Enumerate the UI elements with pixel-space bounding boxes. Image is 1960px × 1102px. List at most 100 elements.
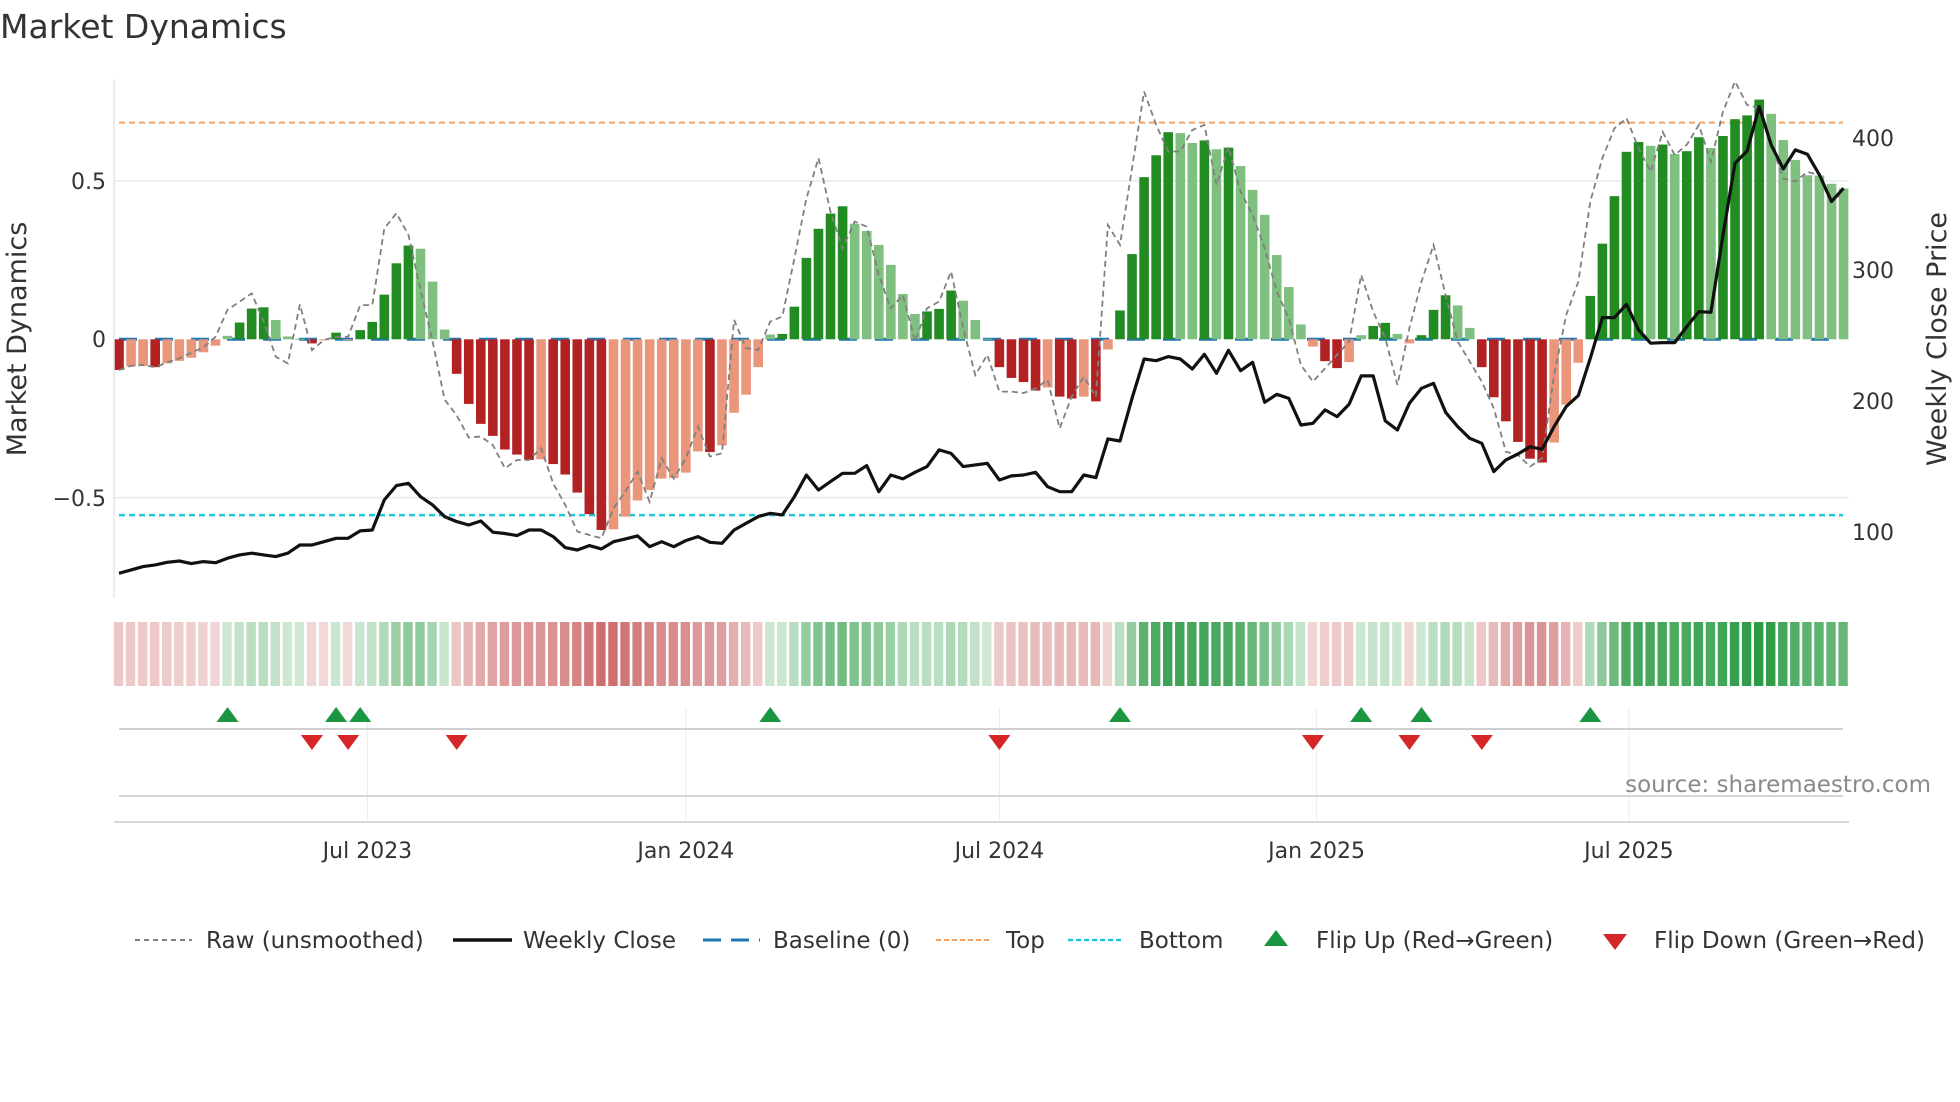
momentum-bar [1006,339,1017,378]
strip-cell [523,622,534,686]
strip-cell [1368,622,1378,686]
momentum-bar [1163,132,1174,340]
strip-cell [1766,622,1776,686]
momentum-bar [138,339,148,366]
strip-cell [1814,622,1824,686]
momentum-bar [1259,214,1270,340]
momentum-bar [367,321,378,340]
momentum-bar [898,294,908,340]
momentum-bar [1476,339,1487,368]
flip-down-marker [445,735,468,750]
strip-cell [1211,622,1221,686]
momentum-bar [283,336,293,340]
momentum-bar [114,339,124,371]
momentum-bar [705,339,715,453]
strip-cell [222,622,232,686]
momentum-bar [608,339,619,530]
flip-down-icon [1603,934,1627,950]
momentum-bar [873,244,884,340]
momentum-bar [1814,175,1825,340]
strip-cell [1223,622,1233,686]
series-lines [118,79,1845,575]
momentum-bar [572,339,583,493]
momentum-bar [536,339,546,460]
strip-cell [270,622,280,686]
momentum-bar [1416,335,1427,340]
strip-cell [777,622,787,686]
momentum-bar [849,223,860,340]
strip-cell [1476,622,1486,686]
y2-tick-label: 300 [1852,259,1894,284]
strip-cell [1778,622,1788,686]
momentum-bar [801,257,812,340]
y-tick-label: −0.5 [53,487,106,512]
strip-cell [427,622,437,686]
strip-cell [1283,622,1294,686]
strip-cell [1247,622,1257,686]
strip-cell [849,622,859,686]
strip-cell [1753,622,1764,686]
strip-cell [825,622,835,686]
chart-title: Market Dynamics [0,7,287,46]
market-dynamics-chart: Market Dynamics 0.5 0 −0.5 100 200 300 4… [0,7,1953,954]
strip-cell [873,622,883,686]
strip-cell [174,622,184,686]
strip-cell [1090,622,1101,686]
momentum-bar [500,339,510,450]
strip-cell [620,622,630,686]
strip-cell [1524,622,1535,686]
momentum-bar [1802,175,1813,340]
strip-cell [1319,622,1330,686]
momentum-bar [1187,142,1198,340]
strip-cell [451,622,461,686]
momentum-bar [1633,141,1644,340]
momentum-bar [439,329,450,340]
strip-cell [1271,622,1281,686]
momentum-bar [427,281,438,340]
flip-down-marker [300,735,323,750]
legend-baseline-label: Baseline (0) [773,928,910,954]
strip-cell [789,622,799,686]
momentum-bar [343,339,353,341]
momentum-bar [1175,133,1186,340]
strip-cell [765,622,775,686]
y2-tick-label: 100 [1852,521,1894,546]
momentum-bar [246,308,257,340]
momentum-bar [1657,144,1668,340]
strip-cell [1380,622,1390,686]
momentum-bar [777,333,788,340]
strip-cell [499,622,510,686]
momentum-bar [644,339,655,491]
legend-top-label: Top [1005,928,1045,954]
momentum-bar [668,339,679,479]
strip-cell [1488,622,1499,686]
momentum-bar [1513,339,1523,442]
strip-cell [379,622,389,686]
strip-cell [403,622,413,686]
momentum-bar [970,319,981,340]
y-axis-label: Market Dynamics [2,222,33,457]
strip-cell [1741,622,1752,686]
momentum-bar [524,339,534,460]
x-axis-ticks: Jul 2023 Jan 2024 Jul 2024 Jan 2025 Jul … [321,839,1674,864]
momentum-bar [488,339,498,436]
momentum-bar [234,322,245,340]
momentum-bar [717,339,727,446]
strip-cell [704,622,715,686]
strip-cell [355,622,365,686]
momentum-bar [1501,339,1511,422]
strip-cell [945,622,956,686]
flip-down-marker [988,735,1011,750]
momentum-bar [825,213,836,340]
strip-cell [547,622,558,686]
strip-cell [1645,622,1655,686]
flip-up-marker [1579,707,1602,722]
strip-cell [1066,622,1076,686]
strip-cell [560,622,570,686]
momentum-bar [1440,295,1451,340]
momentum-bar [1247,189,1258,340]
strip-cell [1838,622,1848,686]
strip-cell [970,622,980,686]
momentum-bar [222,335,233,340]
strip-cell [608,622,618,686]
